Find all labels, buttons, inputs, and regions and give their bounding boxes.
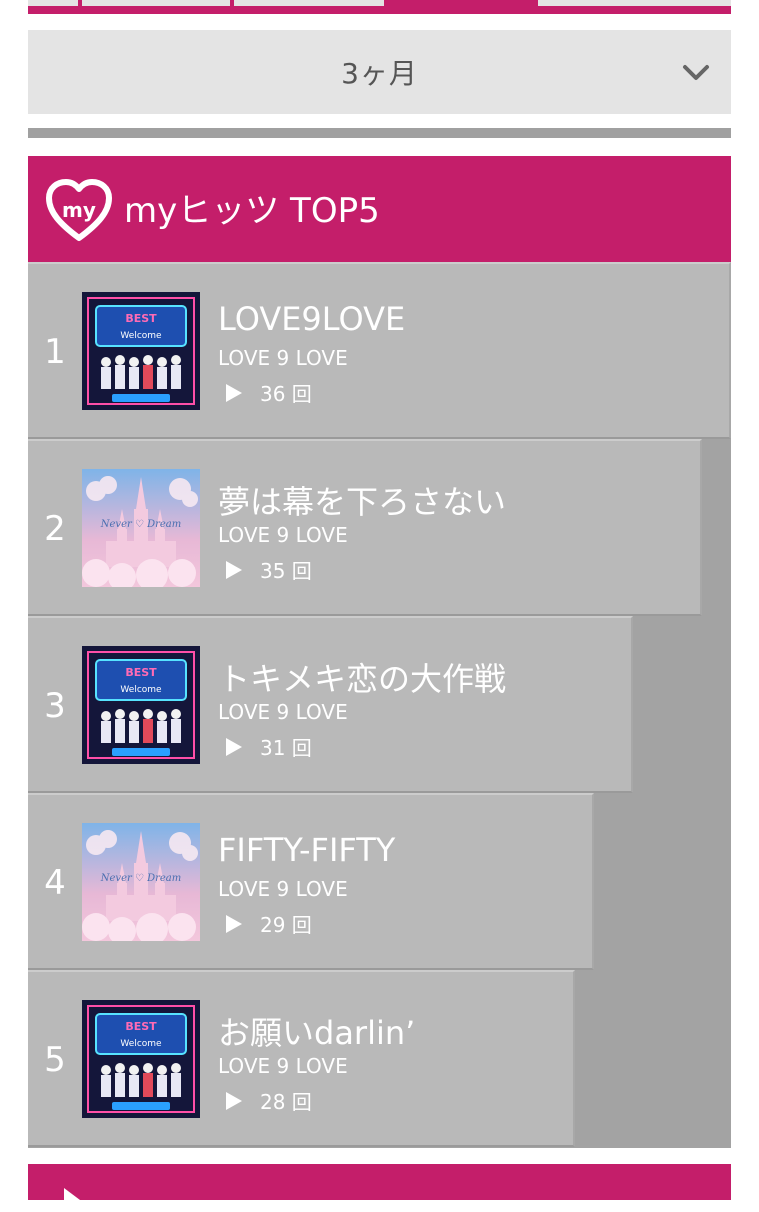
svg-text:Welcome: Welcome [120, 685, 162, 695]
artist-name: LOVE 9 LOVE [218, 1054, 348, 1078]
play-count: 28 回 [226, 1086, 312, 1115]
section-title: myヒッツ TOP5 [124, 191, 380, 231]
play-count: 31 回 [226, 732, 312, 761]
play-count-text: 29 回 [260, 913, 312, 937]
svg-text:Never ♡ Dream: Never ♡ Dream [100, 519, 182, 530]
best-album-jacket: BEST Welcome [82, 292, 200, 410]
artist-name: LOVE 9 LOVE [218, 700, 348, 724]
ranking-row-3[interactable]: 3 BEST Welcome トキメキ恋の大作戦 LOVE 9 LOVE 31 回 [28, 616, 633, 793]
song-title: 夢は幕を下ろさない [218, 483, 507, 521]
rank-number: 4 [44, 863, 66, 903]
play-count: 35 回 [226, 555, 312, 584]
svg-text:Welcome: Welcome [120, 331, 162, 341]
ranking-row-4[interactable]: 4 Never ♡ Dream FIFTY-FIFTY LOVE 9 LOVE … [28, 793, 594, 970]
play-icon [226, 1091, 242, 1110]
ranking-row-2[interactable]: 2 Never ♡ Dream 夢は幕を下ろさない LOVE 9 LOVE 35… [28, 439, 702, 616]
play-icon [64, 1188, 80, 1212]
period-select[interactable]: 3ヶ月 [28, 30, 731, 114]
play-count-text: 36 回 [260, 382, 312, 406]
rank-number: 3 [44, 686, 66, 726]
artist-name: LOVE 9 LOVE [218, 877, 348, 901]
best-album-jacket: BEST Welcome [82, 1000, 200, 1118]
ranking-list: 1 BEST Welcome LOVE9LOVE LOVE 9 LOVE 36 回… [28, 262, 731, 1148]
play-icon [226, 383, 242, 402]
next-section-bar[interactable] [28, 1164, 731, 1212]
rank-number: 5 [44, 1040, 66, 1080]
tab-1[interactable] [28, 0, 78, 6]
play-icon [226, 737, 242, 756]
castle-jacket: Never ♡ Dream [82, 823, 200, 941]
song-title: お願いdarlin’ [218, 1014, 416, 1052]
tab-5[interactable] [538, 0, 731, 6]
rank-number: 1 [44, 332, 66, 372]
play-count: 36 回 [226, 378, 312, 407]
svg-text:BEST: BEST [125, 1020, 157, 1033]
song-title: トキメキ恋の大作戦 [218, 660, 507, 698]
best-album-jacket: BEST Welcome [82, 646, 200, 764]
play-icon [226, 560, 242, 579]
play-count-text: 35 回 [260, 559, 312, 583]
artist-name: LOVE 9 LOVE [218, 523, 348, 547]
play-count-text: 31 回 [260, 736, 312, 760]
section-header: my myヒッツ TOP5 [28, 156, 731, 262]
chevron-down-icon [683, 65, 709, 80]
period-value: 3ヶ月 [341, 57, 418, 90]
rank-number: 2 [44, 509, 66, 549]
ranking-row-5[interactable]: 5 BEST Welcome お願いdarlin’ LOVE 9 LOVE 28 … [28, 970, 575, 1147]
song-title: LOVE9LOVE [218, 300, 406, 338]
artist-name: LOVE 9 LOVE [218, 346, 348, 370]
svg-text:Never ♡ Dream: Never ♡ Dream [100, 873, 182, 884]
logo-text: my [62, 198, 96, 222]
section-divider [28, 128, 731, 138]
tab-2[interactable] [82, 0, 230, 6]
my-heart-logo-icon: my [46, 179, 112, 241]
play-icon [226, 914, 242, 933]
play-count: 29 回 [226, 909, 312, 938]
castle-jacket: Never ♡ Dream [82, 469, 200, 587]
svg-text:BEST: BEST [125, 312, 157, 325]
song-title: FIFTY-FIFTY [218, 831, 396, 869]
play-count-text: 28 回 [260, 1090, 312, 1114]
tab-strip [28, 0, 731, 14]
svg-text:Welcome: Welcome [120, 1039, 162, 1049]
ranking-row-1[interactable]: 1 BEST Welcome LOVE9LOVE LOVE 9 LOVE 36 回 [28, 262, 731, 439]
tab-3[interactable] [234, 0, 384, 6]
svg-text:BEST: BEST [125, 666, 157, 679]
